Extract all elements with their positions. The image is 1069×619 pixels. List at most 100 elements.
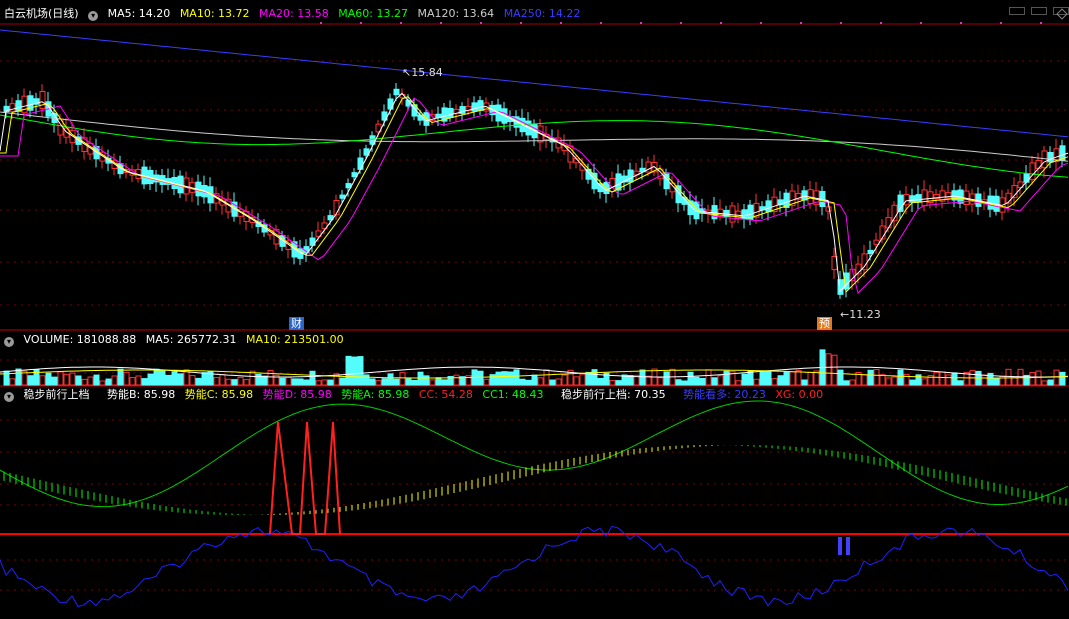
- volume-bar: [753, 378, 760, 386]
- volume-bar: [783, 371, 790, 386]
- volume-bar: [891, 376, 898, 386]
- top-marker-dot: [880, 22, 882, 24]
- top-marker-dot: [560, 22, 562, 24]
- volume-bar: [1047, 379, 1054, 386]
- volume-bar: [237, 376, 244, 386]
- volume-bar: [537, 377, 544, 386]
- volume-bar: [351, 356, 358, 386]
- volume-bar: [735, 380, 742, 386]
- volume-bar: [777, 375, 784, 386]
- volume-bar: [381, 378, 388, 386]
- volume-bar: [939, 371, 946, 386]
- volume-bar: [597, 378, 604, 386]
- candlestick: [825, 206, 832, 212]
- volume-bar: [723, 370, 730, 386]
- volume-bar: [1005, 368, 1012, 386]
- indicator-bullish: 势能看多: 20.23: [683, 388, 766, 401]
- volume-bar: [165, 374, 172, 386]
- volume-bar: [681, 380, 688, 386]
- volume-bar: [369, 378, 376, 386]
- volume-label: VOLUME: 181088.88: [23, 333, 137, 346]
- volume-bar: [717, 375, 724, 386]
- volume-bar: [111, 375, 118, 386]
- volume-bar: [453, 374, 460, 386]
- volume-bar: [639, 369, 646, 386]
- volume-bar: [363, 374, 370, 386]
- indicator-cc: CC: 54.28: [418, 388, 473, 401]
- volume-bar: [267, 370, 274, 386]
- candlestick: [15, 100, 22, 112]
- volume-bar: [933, 371, 940, 386]
- volume-bar: [909, 379, 916, 386]
- candlestick: [447, 107, 454, 119]
- ma5-label: MA5: 14.20: [107, 7, 171, 20]
- candlestick: [339, 194, 346, 199]
- volume-bar: [573, 376, 580, 386]
- volume-bar: [255, 373, 262, 386]
- ma250-label: MA250: 14.22: [503, 7, 581, 20]
- low-price-value: 11.23: [849, 308, 881, 321]
- volume-bar: [393, 378, 400, 386]
- forecast-marker[interactable]: 预: [817, 317, 832, 330]
- top-marker-dot: [480, 22, 482, 24]
- volume-bar: [285, 376, 292, 386]
- top-marker-dot: [680, 22, 682, 24]
- candlestick: [885, 217, 892, 229]
- volume-bar: [1053, 369, 1060, 386]
- volume-bar: [525, 379, 532, 386]
- candlestick: [477, 100, 484, 111]
- volume-bar: [489, 374, 496, 386]
- volume-bar: [609, 379, 616, 386]
- volume-bar: [357, 356, 364, 386]
- volume-bar: [519, 378, 526, 386]
- indicator-upper: 稳步前行上档: 70.35: [560, 388, 666, 401]
- volume-bar: [189, 375, 196, 386]
- top-marker-dot: [400, 22, 402, 24]
- volume-bar: [867, 369, 874, 386]
- volume-bar: [375, 380, 382, 386]
- volume-bar: [159, 369, 166, 386]
- volume-bar: [957, 380, 964, 386]
- volume-header: ▾ VOLUME: 181088.88 MA5: 265772.31 MA10:…: [4, 332, 350, 348]
- volume-bar: [81, 378, 88, 386]
- volume-ma10-label: MA10: 213501.00: [245, 333, 344, 346]
- volume-bar: [501, 371, 508, 386]
- volume-bar: [153, 368, 160, 386]
- volume-bar: [759, 370, 766, 386]
- volume-bar: [879, 374, 886, 386]
- volume-bar: [171, 371, 178, 386]
- candlestick: [39, 91, 46, 109]
- volume-bar: [801, 379, 808, 386]
- indicator-name: 稳步前行上档: [23, 388, 90, 401]
- toolbar-button[interactable]: [1031, 7, 1047, 15]
- volume-bar: [561, 374, 568, 386]
- volume-bar: [93, 374, 100, 386]
- volume-bar: [429, 379, 436, 386]
- stock-chart[interactable]: [0, 0, 1069, 619]
- finance-marker[interactable]: 财: [289, 317, 304, 330]
- collapse-icon[interactable]: ▾: [88, 11, 99, 21]
- toolbar-button[interactable]: [1009, 7, 1025, 15]
- volume-bar: [435, 377, 442, 386]
- volume-bar: [483, 378, 490, 386]
- volume-bar: [69, 372, 76, 386]
- volume-bar: [663, 371, 670, 386]
- volume-bar: [105, 378, 112, 386]
- volume-bar: [63, 373, 70, 386]
- volume-bar: [615, 380, 622, 386]
- volume-bar: [321, 379, 328, 386]
- volume-bar: [993, 378, 1000, 386]
- volume-bar: [195, 377, 202, 386]
- volume-bar: [495, 371, 502, 386]
- candlestick: [861, 253, 868, 271]
- volume-bar: [531, 374, 538, 386]
- volume-bar: [327, 379, 334, 386]
- collapse-icon[interactable]: ▾: [4, 337, 14, 347]
- collapse-icon[interactable]: ▾: [4, 392, 14, 402]
- indicator-a: 势能A: 85.98: [341, 388, 410, 401]
- top-marker-dot: [640, 22, 642, 24]
- volume-bar: [945, 374, 952, 386]
- top-marker-dot: [840, 22, 842, 24]
- volume-bar: [1059, 371, 1066, 386]
- volume-bar: [315, 380, 322, 386]
